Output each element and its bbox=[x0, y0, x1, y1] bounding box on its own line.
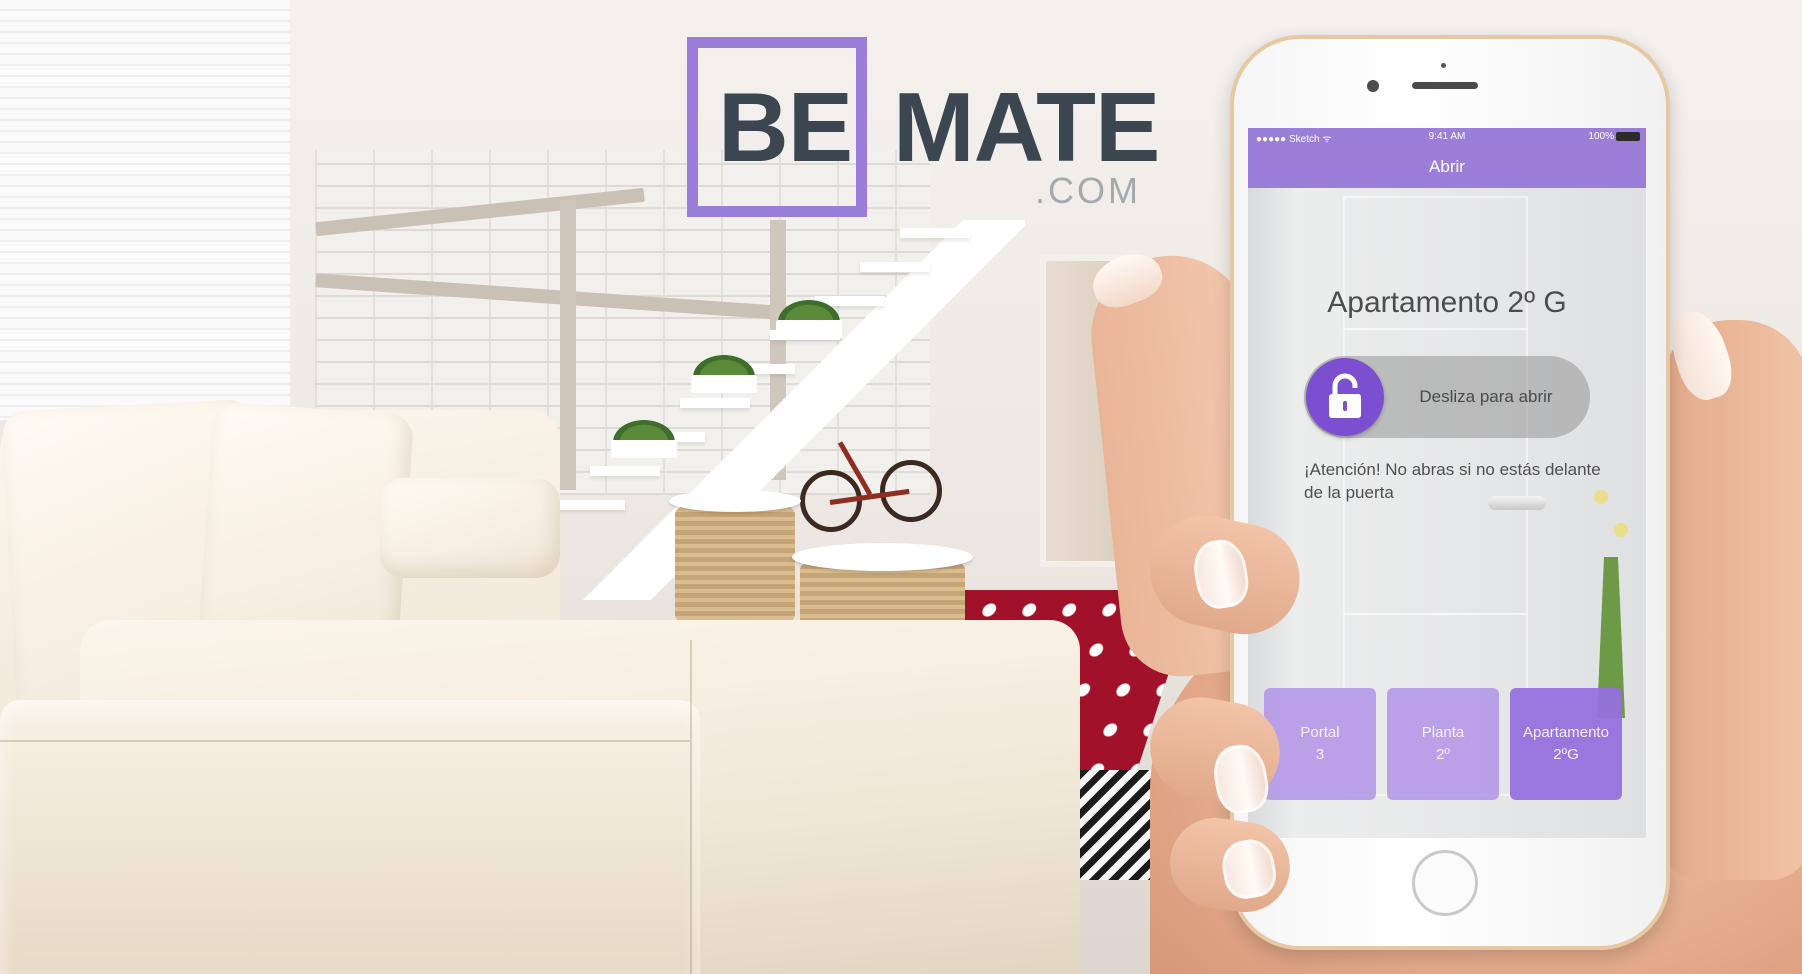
tile-value: 2ºG bbox=[1553, 746, 1579, 763]
tile-label: Planta bbox=[1421, 724, 1465, 741]
slide-to-unlock[interactable]: Desliza para abrir bbox=[1304, 356, 1590, 438]
apartment-title: Apartamento 2º G bbox=[1327, 286, 1567, 319]
status-time: 9:41 AM bbox=[1428, 131, 1466, 142]
stair-step bbox=[860, 262, 930, 272]
unlock-knob[interactable] bbox=[1306, 358, 1384, 436]
sofa-pillow bbox=[380, 478, 560, 578]
sofa-seam bbox=[690, 640, 692, 974]
potted-plant bbox=[778, 300, 840, 322]
battery-icon bbox=[1616, 132, 1640, 141]
sofa-seam bbox=[0, 740, 690, 742]
window-blinds bbox=[0, 0, 290, 420]
front-camera bbox=[1367, 80, 1379, 92]
earpiece-speaker bbox=[1412, 82, 1478, 89]
logo-mate-text: MATE bbox=[893, 72, 1160, 182]
padlock-icon bbox=[1329, 373, 1361, 418]
nav-bar-title: Abrir bbox=[1248, 146, 1646, 188]
slider-label: Desliza para abrir bbox=[1419, 387, 1553, 406]
plant-pot bbox=[776, 320, 842, 338]
stair-step bbox=[680, 398, 750, 408]
floor-tile[interactable]: Planta 2º bbox=[1387, 688, 1499, 800]
battery-percent: 100% bbox=[1588, 131, 1614, 142]
potted-plant bbox=[613, 420, 675, 442]
potted-plant bbox=[693, 355, 755, 377]
apartment-tile[interactable]: Apartamento 2ºG bbox=[1510, 688, 1622, 800]
proximity-sensor bbox=[1441, 63, 1446, 68]
tile-label: Portal bbox=[1300, 724, 1340, 741]
tile-label: Apartamento bbox=[1523, 724, 1609, 741]
phone-screen: ●●●●● Sketch ᯤ 9:41 AM 100% Abrir Aparta… bbox=[1248, 128, 1646, 838]
logo-com-text: .COM bbox=[1035, 170, 1141, 211]
wicker-table bbox=[669, 490, 801, 625]
stair-step bbox=[900, 228, 970, 238]
plant-pot bbox=[691, 375, 757, 393]
status-bar: ●●●●● Sketch ᯤ 9:41 AM 100% bbox=[1248, 128, 1646, 146]
logo-be-text: BE bbox=[718, 72, 853, 182]
flower-stems bbox=[1597, 557, 1625, 718]
home-button[interactable] bbox=[1412, 850, 1478, 916]
living-room-photo: BE MATE .COM ●●●●● Sketch ᯤ 9:41 AM 100%… bbox=[0, 0, 1802, 974]
stair-step bbox=[555, 500, 625, 510]
door-panel-line bbox=[1343, 328, 1528, 330]
tile-value: 2º bbox=[1436, 746, 1450, 763]
stair-step bbox=[590, 466, 660, 476]
warning-text: ¡Atención! No abras si no estás delante … bbox=[1304, 460, 1601, 502]
portal-tile[interactable]: Portal 3 bbox=[1264, 688, 1376, 800]
hand-finger bbox=[1660, 320, 1802, 880]
door-panel-line bbox=[1343, 613, 1528, 615]
tile-value: 3 bbox=[1315, 746, 1325, 763]
plant-pot bbox=[611, 440, 677, 458]
flower-bloom bbox=[1614, 523, 1628, 537]
